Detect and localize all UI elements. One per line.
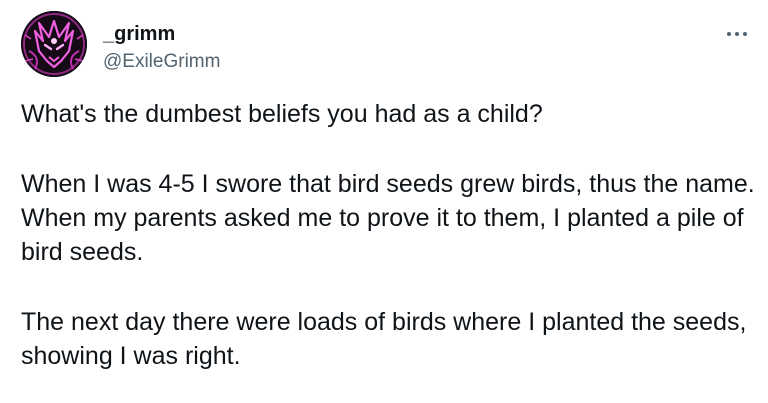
more-dots-icon[interactable]	[724, 22, 754, 46]
tweet: _grimm @ExileGrimm What's the dumbest be…	[0, 0, 768, 403]
tweet-paragraph-question: What's the dumbest beliefs you had as a …	[21, 100, 543, 128]
dot	[727, 32, 731, 36]
tweet-paragraph-story: When I was 4-5 I swore that bird seeds g…	[21, 170, 755, 266]
dot	[743, 32, 747, 36]
avatar[interactable]	[21, 11, 87, 77]
pink-wolf-avatar-icon	[21, 11, 87, 77]
dot	[735, 32, 739, 36]
display-name[interactable]: _grimm	[103, 22, 175, 46]
user-handle[interactable]: @ExileGrimm	[103, 50, 220, 74]
tweet-text: What's the dumbest beliefs you had as a …	[21, 97, 756, 373]
tweet-paragraph-punchline: The next day there were loads of birds w…	[21, 308, 747, 370]
